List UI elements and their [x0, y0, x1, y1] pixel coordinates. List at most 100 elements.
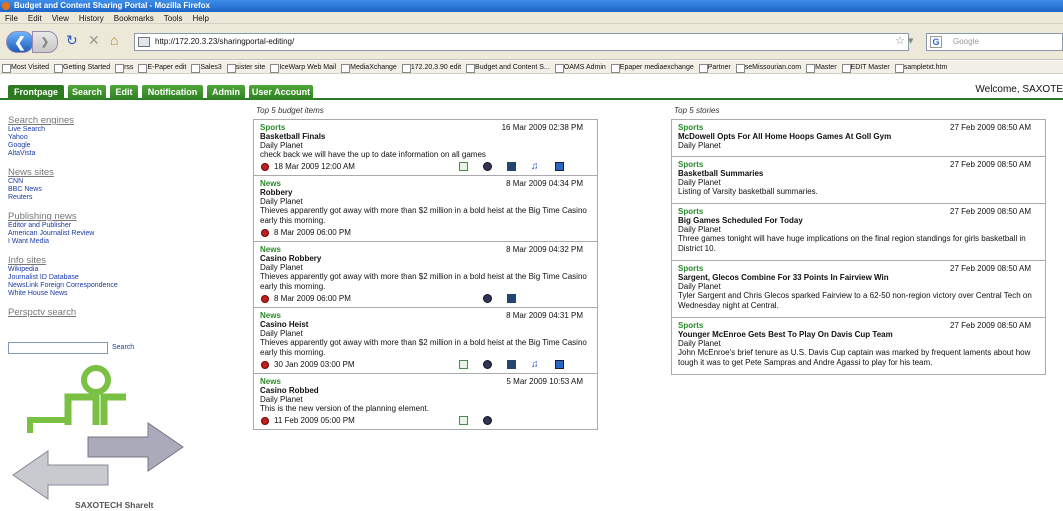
- story-item[interactable]: Sports 27 Feb 2009 08:50 AM Big Games Sche…: [672, 204, 1045, 261]
- sidebar-link[interactable]: White House News: [8, 290, 238, 298]
- budget-item[interactable]: News 8 Mar 2009 04:34 PM Robbery Daily Plan…: [254, 176, 597, 242]
- story-item[interactable]: Sports 27 Feb 2009 08:50 AM Basketball Sum…: [672, 157, 1045, 204]
- sidebar-link[interactable]: Journalist ID Database: [8, 274, 238, 282]
- sidebar-link[interactable]: Reuters: [8, 194, 238, 202]
- story-title[interactable]: McDowell Opts For All Home Hoops Games A…: [678, 132, 1039, 141]
- link-group-heading[interactable]: Info sites: [8, 255, 238, 266]
- item-source: Daily Planet: [260, 263, 303, 272]
- record-icon[interactable]: [483, 294, 492, 303]
- bookmark-item[interactable]: sister site: [225, 61, 269, 73]
- audio-icon[interactable]: ♫: [531, 360, 540, 370]
- bookmark-item[interactable]: E-Paper edit: [136, 61, 189, 73]
- doc-icon[interactable]: [459, 360, 468, 369]
- home-icon[interactable]: ⌂: [110, 32, 118, 48]
- menu-view[interactable]: View: [47, 14, 74, 23]
- bookmark-item[interactable]: 172.20.3.90 edit: [400, 61, 464, 73]
- bookmark-item[interactable]: Sales3: [189, 61, 224, 73]
- sidebar-link[interactable]: CNN: [8, 178, 238, 186]
- link-group-heading[interactable]: Search engines: [8, 115, 238, 126]
- bookmark-item[interactable]: Most Visited: [0, 61, 52, 73]
- image-icon[interactable]: [555, 360, 564, 369]
- budget-item[interactable]: Sports 16 Mar 2009 02:38 PM Basketball Fin…: [254, 120, 597, 176]
- bookmark-item[interactable]: seMissourian.com: [734, 61, 804, 73]
- story-item[interactable]: Sports 27 Feb 2009 08:50 AM Sargent, Gleco…: [672, 261, 1045, 318]
- doc-icon[interactable]: [459, 416, 468, 425]
- bookmark-item[interactable]: OAMS Admin: [553, 61, 609, 73]
- tab-search[interactable]: Search: [68, 85, 106, 100]
- link-group-heading[interactable]: News sites: [8, 167, 238, 178]
- perspective-search-button[interactable]: Search: [112, 344, 134, 351]
- video-icon[interactable]: [507, 294, 516, 303]
- doc-icon[interactable]: [459, 162, 468, 171]
- video-icon[interactable]: [507, 360, 516, 369]
- record-icon[interactable]: [483, 416, 492, 425]
- story-item[interactable]: Sports 27 Feb 2009 08:50 AM McDowell Opts …: [672, 120, 1045, 157]
- stop-icon[interactable]: ✕: [88, 32, 100, 49]
- menu-edit[interactable]: Edit: [23, 14, 47, 23]
- reload-icon[interactable]: ↻: [66, 32, 78, 49]
- url-input[interactable]: http://172.20.3.23/sharingportal-editing…: [134, 33, 909, 51]
- bookmark-item[interactable]: MediaXchange: [339, 61, 400, 73]
- sidebar-link[interactable]: Yahoo: [8, 134, 238, 142]
- sidebar-link[interactable]: NewsLink Foreign Correspondence: [8, 282, 238, 290]
- bookmark-star-icon[interactable]: ☆ ▾: [895, 34, 913, 47]
- tab-edit[interactable]: Edit: [110, 85, 138, 100]
- menu-history[interactable]: History: [74, 14, 109, 23]
- record-icon[interactable]: [483, 162, 492, 171]
- item-title[interactable]: Robbery: [260, 188, 591, 197]
- item-deadline: 18 Mar 2009 12:00 AM: [274, 162, 355, 171]
- story-title[interactable]: Basketball Summaries: [678, 169, 1039, 178]
- menu-help[interactable]: Help: [187, 14, 213, 23]
- bookmark-item[interactable]: Master: [804, 61, 839, 73]
- menu-tools[interactable]: Tools: [159, 14, 188, 23]
- story-title[interactable]: Sargent, Glecos Combine For 33 Points In…: [678, 273, 1039, 282]
- audio-icon[interactable]: ♫: [531, 162, 540, 172]
- sidebar-link[interactable]: Wikipedia: [8, 266, 238, 274]
- bookmark-item[interactable]: rss: [113, 61, 136, 73]
- perspective-search-input[interactable]: [8, 342, 108, 354]
- item-timestamp: 8 Mar 2009 04:31 PM: [506, 311, 583, 320]
- tab-admin[interactable]: Admin: [207, 85, 245, 100]
- forward-button[interactable]: ❯: [32, 31, 58, 53]
- sidebar-link[interactable]: I Want Media: [8, 238, 238, 246]
- story-title[interactable]: Big Games Scheduled For Today: [678, 216, 1039, 225]
- item-title[interactable]: Casino Robbery: [260, 254, 591, 263]
- bookmark-item[interactable]: sampletxt.htm: [893, 61, 951, 73]
- bookmark-item[interactable]: Epaper mediaexchange: [609, 61, 697, 73]
- sidebar-link[interactable]: Live Search: [8, 126, 238, 134]
- tab-user-account[interactable]: User Account: [249, 85, 313, 100]
- item-title[interactable]: Basketball Finals: [260, 132, 591, 141]
- item-timestamp: 8 Mar 2009 04:32 PM: [506, 245, 583, 254]
- welcome-text: Welcome, SAXOTE: [975, 84, 1063, 95]
- video-icon[interactable]: [507, 162, 516, 171]
- image-icon[interactable]: [555, 162, 564, 171]
- bookmark-item[interactable]: Budget and Content S...: [464, 61, 553, 73]
- story-item[interactable]: Sports 27 Feb 2009 08:50 AM Younger McEnro…: [672, 318, 1045, 374]
- budget-item[interactable]: News 8 Mar 2009 04:32 PM Casino Robbery Dai…: [254, 242, 597, 308]
- web-search-input[interactable]: G Google: [926, 33, 1063, 51]
- sidebar-link[interactable]: BBC News: [8, 186, 238, 194]
- back-button[interactable]: ❮: [6, 31, 34, 53]
- bookmark-item[interactable]: Partner: [697, 61, 734, 73]
- item-title[interactable]: Casino Robbed: [260, 386, 591, 395]
- menu-bookmarks[interactable]: Bookmarks: [109, 14, 159, 23]
- item-description: Thieves apparently got away with more th…: [260, 206, 587, 225]
- bookmark-item[interactable]: EDIT Master: [840, 61, 893, 73]
- bookmark-item[interactable]: IceWarp Web Mail: [268, 61, 339, 73]
- record-icon[interactable]: [483, 360, 492, 369]
- sidebar-link[interactable]: Google: [8, 142, 238, 150]
- tab-frontpage[interactable]: Frontpage: [8, 85, 64, 100]
- menu-bar: File Edit View History Bookmarks Tools Help: [0, 12, 1063, 24]
- menu-file[interactable]: File: [0, 14, 23, 23]
- budget-item[interactable]: News 8 Mar 2009 04:31 PM Casino Heist Daily…: [254, 308, 597, 374]
- budget-item[interactable]: News 5 Mar 2009 10:53 AM Casino Robbed Dail…: [254, 374, 597, 429]
- sidebar-link[interactable]: American Journalist Review: [8, 230, 238, 238]
- bookmark-item[interactable]: Getting Started: [52, 61, 113, 73]
- sidebar-link[interactable]: Editor and Publisher: [8, 222, 238, 230]
- sidebar-link[interactable]: AltaVista: [8, 150, 238, 158]
- link-group-heading[interactable]: Publishing news: [8, 211, 238, 222]
- tab-notification[interactable]: Notification: [142, 85, 203, 100]
- item-title[interactable]: Casino Heist: [260, 320, 591, 329]
- story-title[interactable]: Younger McEnroe Gets Best To Play On Dav…: [678, 330, 1039, 339]
- item-footer: 8 Mar 2009 06:00 PM: [260, 292, 591, 305]
